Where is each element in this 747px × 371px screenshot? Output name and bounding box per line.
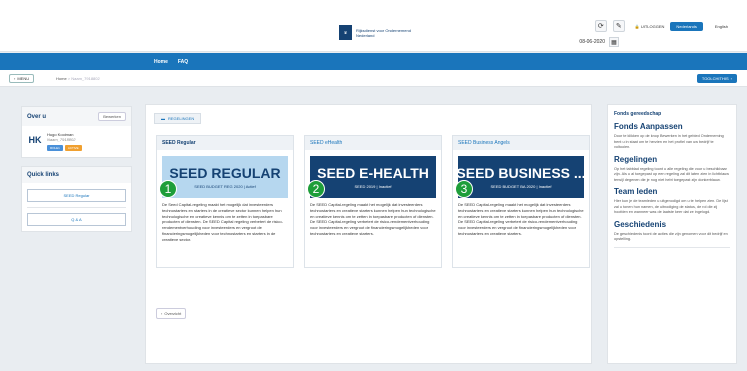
org-name-line2: Nederland <box>356 32 375 38</box>
help-text: Door te klikken op de knop Bewerken in h… <box>614 134 724 149</box>
help-heading-team-leden: Team leden <box>614 187 658 196</box>
chevron-right-icon: › <box>730 76 732 81</box>
card-description: De Seed Capital-regeling maakt het mogel… <box>162 202 283 242</box>
chevron-left-icon: ‹ <box>14 76 16 81</box>
logout-link[interactable]: 🔒 UITLOGGEN <box>635 24 665 29</box>
toolbox-button[interactable]: TOOLCHITHIS › <box>696 74 737 83</box>
chevron-left-icon: ‹ <box>161 311 163 316</box>
step-number-badge: 2 <box>307 180 325 198</box>
about-panel: Over u Bewerken HK Hugo Kooiman Naam_791… <box>21 106 132 158</box>
card-banner[interactable]: SEED E-HEALTH SEED 2019 | Inactief <box>310 156 436 198</box>
calendar-icon[interactable]: ▦ <box>609 37 619 47</box>
edit-profile-button[interactable]: Bewerken <box>98 112 126 121</box>
regeling-cards: SEED Regular SEED REGULAR SEED BUDGET RE… <box>156 135 590 268</box>
main-nav: Home FAQ <box>0 53 747 70</box>
quicklinks-panel: Quick links SEED Regular Q & A <box>21 166 132 232</box>
card-banner-status: SEED BUDGET REG 2020 | Actief <box>194 184 256 189</box>
user-card: HK Hugo Kooiman Naam_7918802 ROLE1 ACTIV… <box>22 126 131 157</box>
quicklinks-title: Quick links <box>27 172 60 178</box>
breadcrumb-current: Naam_7918802 <box>71 76 100 81</box>
quicklink-seed-regular[interactable]: SEED Regular <box>27 189 126 202</box>
regeling-card-seed-ehealth[interactable]: SEED eHealth SEED E-HEALTH SEED 2019 | I… <box>304 135 442 268</box>
regeling-card-seed-regular[interactable]: SEED Regular SEED REGULAR SEED BUDGET RE… <box>156 135 294 268</box>
date-display: 08-06-2020 ▦ <box>579 37 619 47</box>
header-actions: ⟳ ✎ 🔒 UITLOGGEN Nederlands English <box>594 20 734 32</box>
breadcrumb-home[interactable]: Home <box>56 76 67 81</box>
help-heading-geschiedenis: Geschiedenis <box>614 219 667 229</box>
back-to-overview-button[interactable]: ‹ Overzicht <box>156 308 187 319</box>
card-banner-title: SEED E-HEALTH <box>317 165 429 181</box>
user-company: Naam_7918802 <box>47 137 76 142</box>
about-title: Over u <box>27 113 47 120</box>
main-panel: ▬ REGELINGEN SEED Regular SEED REGULAR S… <box>145 104 592 364</box>
step-number-badge: 1 <box>159 180 177 198</box>
card-banner-status: SEED 2019 | Inactief <box>354 184 392 189</box>
lang-en-button[interactable]: English <box>709 22 734 31</box>
crown-logo-icon: ♛ <box>339 25 352 40</box>
status-badge: ACTIVE <box>64 145 82 151</box>
pencil-icon[interactable]: ✎ <box>612 20 625 32</box>
card-banner[interactable]: SEED REGULAR SEED BUDGET REG 2020 | Acti… <box>162 156 288 198</box>
help-text: Op het tabblad regeling toont u alle reg… <box>614 166 730 182</box>
left-sidebar: Over u Bewerken HK Hugo Kooiman Naam_791… <box>21 106 132 240</box>
breadcrumb: Home > Naam_7918802 <box>56 76 100 81</box>
card-title: SEED Business Angels <box>453 136 589 150</box>
help-heading-regelingen: Regelingen <box>614 154 658 164</box>
help-title: Fonds gereedschap <box>614 111 662 117</box>
help-text: De geschiedenis toont de acties die zijn… <box>614 231 728 242</box>
tab-regelingen[interactable]: ▬ REGELINGEN <box>154 113 202 124</box>
refresh-icon[interactable]: ⟳ <box>594 20 607 32</box>
avatar: HK <box>28 135 42 145</box>
current-date: 08-06-2020 <box>579 39 605 45</box>
help-heading-fonds-aanpassen: Fonds Aanpassen <box>614 122 683 131</box>
top-header: ♛ Rijksdienst voor Ondernemend Nederland… <box>0 0 747 52</box>
breadcrumb-separator: > <box>67 76 71 81</box>
help-sidebar: Fonds gereedschap Fonds Aanpassen Door t… <box>607 104 737 364</box>
card-banner-title: SEED BUSINESS ... <box>456 165 586 181</box>
rvo-logo[interactable]: ♛ Rijksdienst voor Ondernemend Nederland <box>339 25 446 40</box>
menu-button[interactable]: ‹ MENU <box>9 74 35 83</box>
regeling-card-seed-business-angels[interactable]: SEED Business Angels SEED BUSINESS ... S… <box>452 135 590 268</box>
role-badge: ROLE1 <box>47 145 63 151</box>
card-description: De SEED Capital-regeling maakt het mogel… <box>310 202 436 236</box>
nav-faq[interactable]: FAQ <box>178 59 188 65</box>
step-number-badge: 3 <box>455 180 473 198</box>
card-title: SEED Regular <box>157 136 293 150</box>
card-description: De SEED Capital-regeling maakt het mogel… <box>458 202 584 236</box>
lang-nl-button[interactable]: Nederlands <box>670 21 703 31</box>
card-banner-title: SEED REGULAR <box>169 165 281 181</box>
folder-icon: ▬ <box>161 116 165 121</box>
breadcrumb-bar: ‹ MENU Home > Naam_7918802 TOOLCHITHIS › <box>0 70 747 87</box>
quicklink-qa[interactable]: Q & A <box>27 213 126 226</box>
card-title: SEED eHealth <box>305 136 441 150</box>
help-text: Hier kun je de teamleden u uitgenodigd o… <box>614 199 728 214</box>
nav-home[interactable]: Home <box>154 59 168 65</box>
card-banner-status: SEED BUDGET BA 2020 | Inactief <box>490 184 552 189</box>
card-banner[interactable]: SEED BUSINESS ... SEED BUDGET BA 2020 | … <box>456 156 586 198</box>
